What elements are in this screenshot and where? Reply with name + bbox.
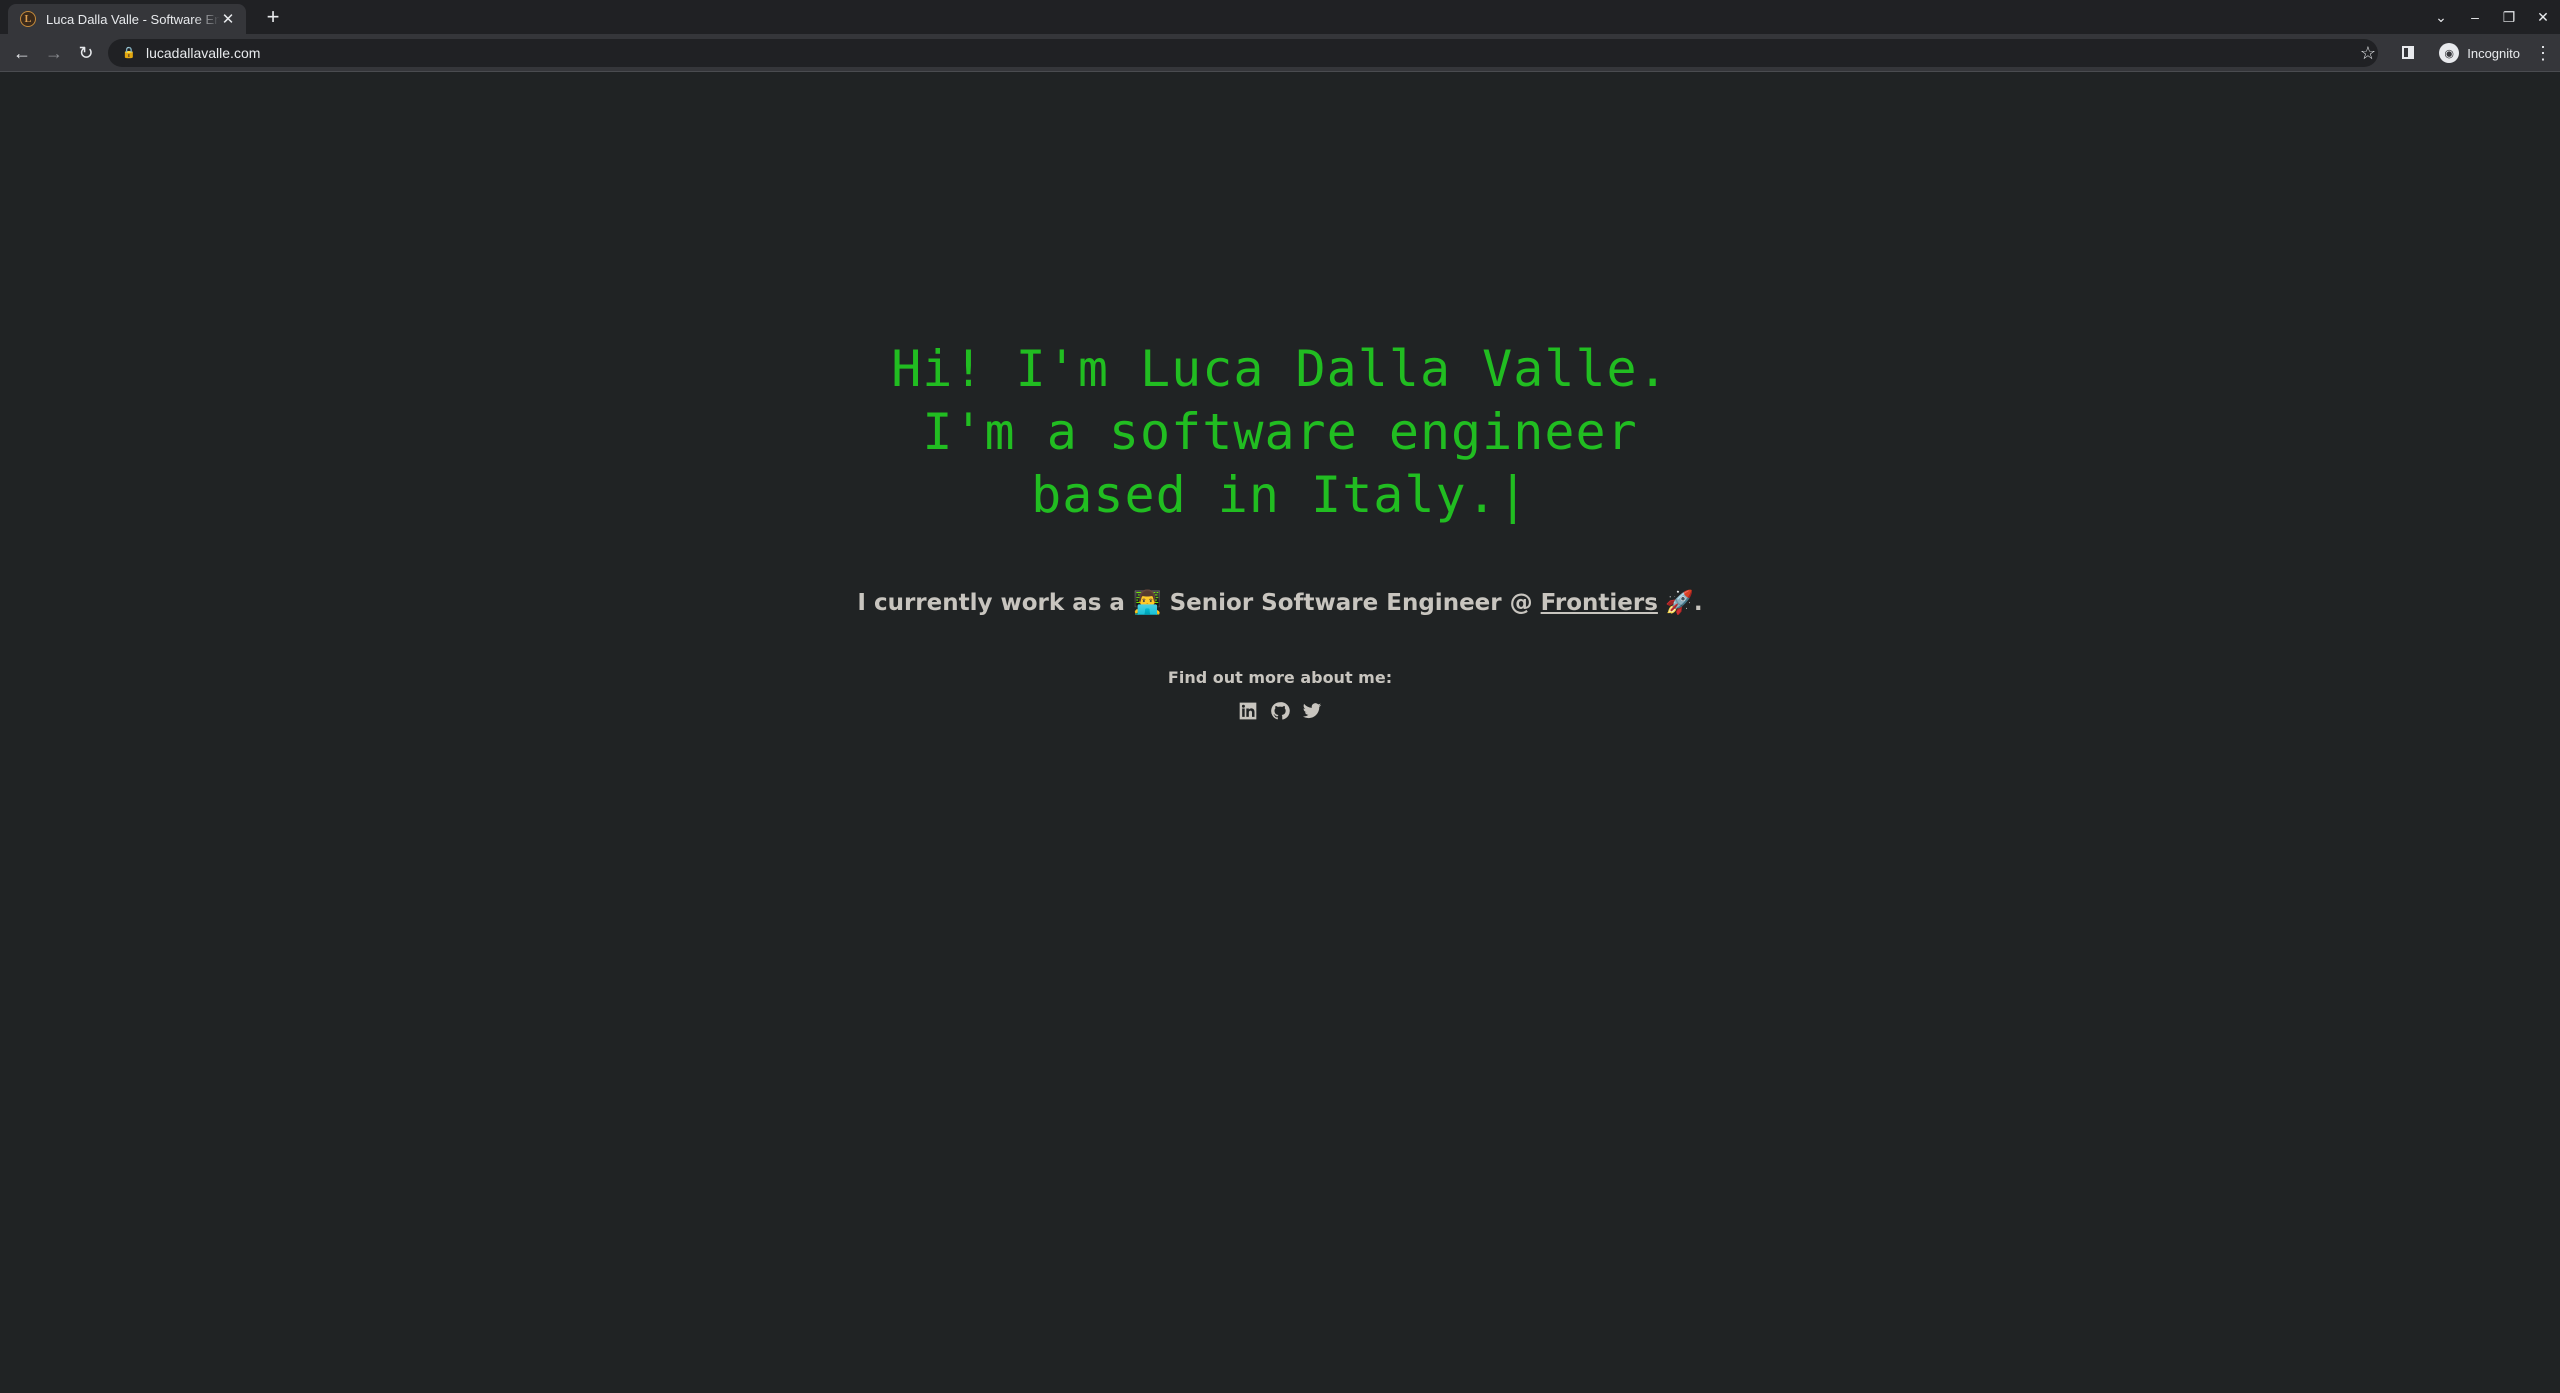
work-prefix: I currently work as a [857, 590, 1133, 616]
kebab-menu-icon[interactable]: ⋮ [2534, 41, 2552, 65]
side-panel-icon[interactable] [2402, 46, 2414, 59]
browser-tab[interactable]: L Luca Dalla Valle - Software Engineer ✕ [8, 4, 246, 34]
incognito-label: Incognito [2467, 45, 2520, 61]
hero-heading: Hi! I'm Luca Dalla Valle. I'm a software… [0, 338, 2560, 527]
tab-search-icon[interactable]: ⌄ [2424, 9, 2458, 26]
typing-cursor: | [1497, 466, 1529, 524]
social-links [0, 701, 2560, 721]
hero-line-1: Hi! I'm Luca Dalla Valle. [891, 340, 1669, 398]
find-out-more-label: Find out more about me: [1167, 668, 1393, 687]
new-tab-button[interactable]: + [260, 4, 286, 30]
hero-line-2: I'm a software engineer [922, 403, 1638, 461]
close-window-icon[interactable]: ✕ [2526, 9, 2560, 26]
forward-arrow-icon[interactable]: → [42, 41, 66, 65]
reload-icon[interactable]: ↻ [74, 41, 98, 65]
minimize-icon[interactable]: – [2458, 9, 2492, 25]
linkedin-icon[interactable] [1238, 701, 1258, 721]
technologist-emoji-icon: 👨‍💻 [1132, 590, 1162, 616]
window-controls: ⌄ – ❐ ✕ [2424, 0, 2560, 34]
github-icon[interactable] [1270, 701, 1290, 721]
back-arrow-icon[interactable]: ← [10, 41, 34, 65]
bookmark-star-icon[interactable]: ☆ [2360, 41, 2376, 65]
address-bar[interactable]: 🔒 lucadallavalle.com [108, 39, 2378, 67]
close-tab-icon[interactable]: ✕ [220, 10, 236, 28]
frontiers-link[interactable]: Frontiers [1541, 590, 1658, 616]
twitter-icon[interactable] [1302, 701, 1322, 721]
tab-strip: L Luca Dalla Valle - Software Engineer ✕… [0, 0, 2560, 34]
hero-line-3: based in Italy.| [0, 464, 2560, 527]
lock-icon: 🔒 [122, 47, 136, 59]
url-text[interactable]: lucadallavalle.com [146, 45, 260, 61]
tab-title: Luca Dalla Valle - Software Engineer [46, 11, 220, 27]
page-body: Hi! I'm Luca Dalla Valle. I'm a software… [0, 73, 2560, 1393]
current-work-text: I currently work as a 👨‍💻 Senior Softwar… [0, 589, 2560, 616]
rocket-emoji-icon: 🚀 [1657, 590, 1694, 616]
work-end: . [1693, 590, 1703, 616]
restore-icon[interactable]: ❐ [2492, 9, 2526, 26]
hero-line-3-text: based in Italy. [1031, 466, 1498, 524]
incognito-profile-button[interactable]: ◉ Incognito [2439, 41, 2520, 65]
browser-toolbar: ← → ↻ 🔒 lucadallavalle.com ☆ ◉ Incognito… [0, 34, 2560, 72]
incognito-avatar-icon: ◉ [2439, 43, 2460, 63]
work-role: Senior Software Engineer @ [1161, 590, 1541, 616]
site-favicon-icon: L [20, 11, 36, 27]
